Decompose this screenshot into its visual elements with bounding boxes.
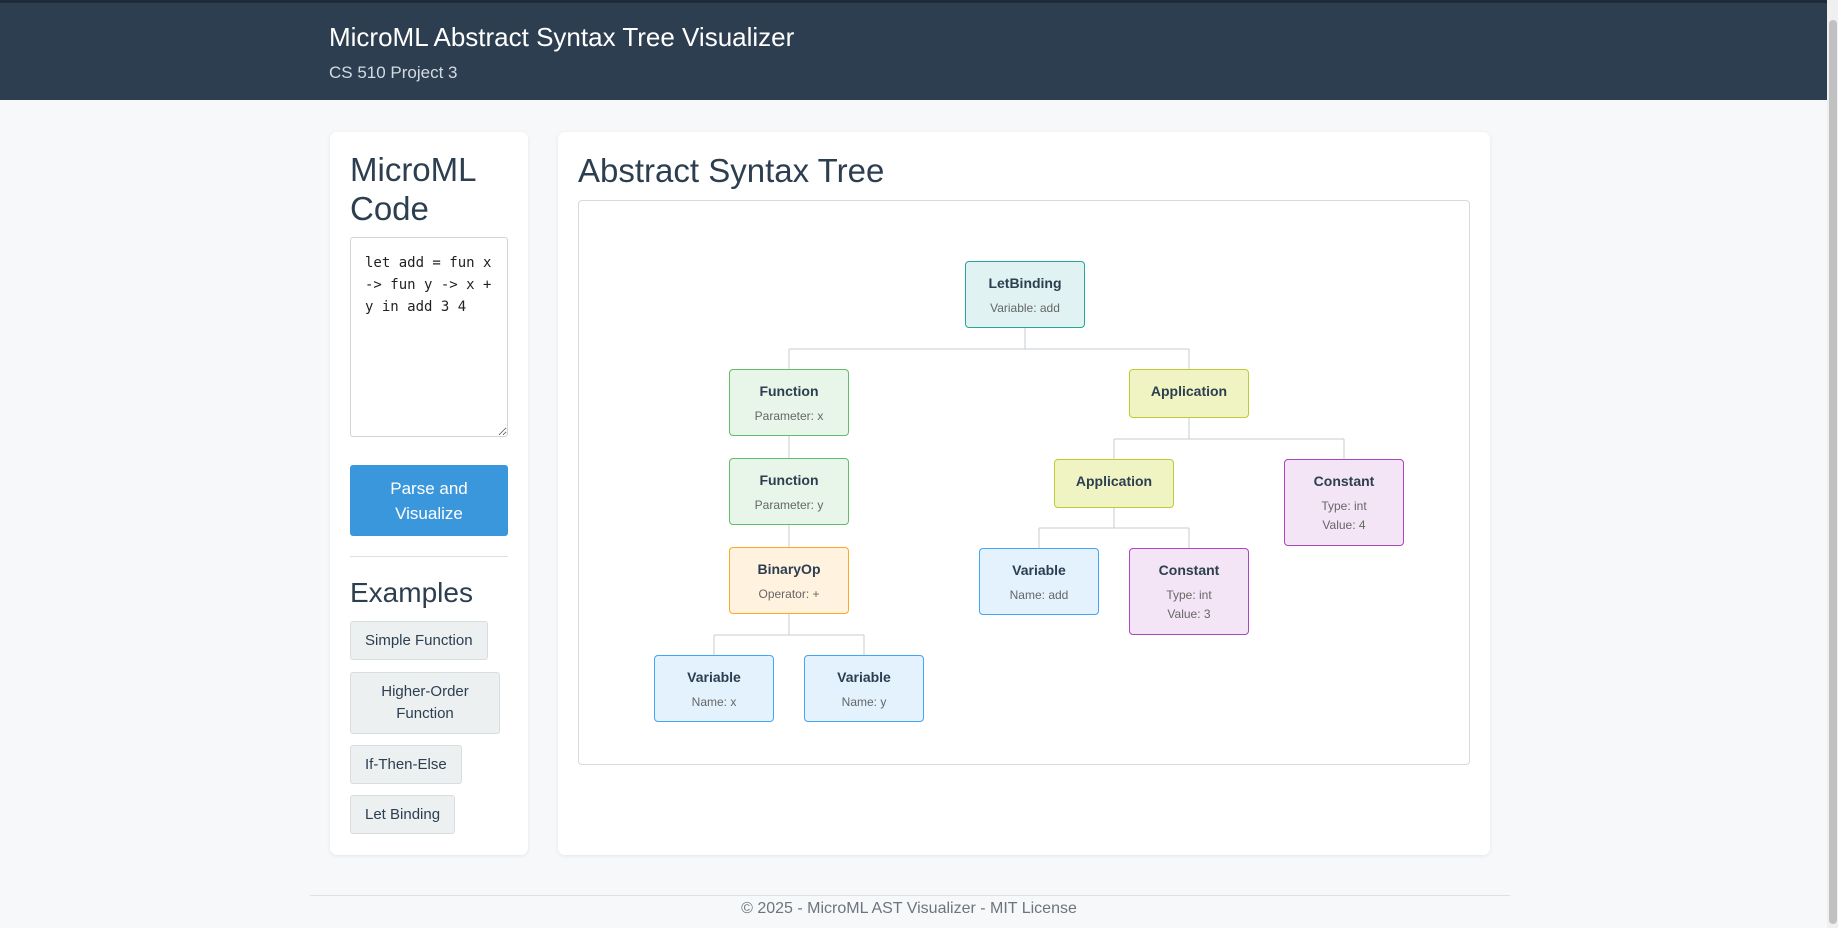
ast-node-application: Application — [1054, 459, 1174, 508]
ast-tree-container: LetBinding Variable: add Function Parameter… — [578, 200, 1470, 765]
ast-heading: Abstract Syntax Tree — [578, 152, 885, 189]
ast-node-type: Function — [759, 472, 819, 488]
ast-node-type: Constant — [1158, 562, 1220, 578]
example-let-binding-button[interactable]: Let Binding — [350, 795, 456, 834]
ast-node-detail: Parameter: x — [754, 409, 824, 423]
ast-node-type: Application — [1150, 383, 1228, 399]
ast-node-constant: Constant Type: int Value: 3 — [1129, 548, 1249, 635]
app-title: MicroML Abstract Syntax Tree Visualizer — [329, 22, 795, 52]
ast-node-detail: Name: y — [841, 695, 887, 709]
ast-node-detail: Value: 4 — [1322, 518, 1366, 532]
panel-divider — [350, 556, 508, 557]
ast-node-detail: Type: int — [1166, 588, 1212, 602]
ast-node-type: BinaryOp — [757, 561, 821, 577]
ast-node-variable: Variable Name: add — [979, 548, 1099, 615]
ast-node-type: Variable — [1012, 562, 1066, 578]
ast-panel: Abstract Syntax Tree LetBinding Variable:… — [558, 132, 1490, 855]
ast-node-detail: Operator: + — [758, 587, 820, 601]
ast-node-type: Application — [1075, 473, 1153, 489]
app-subtitle: CS 510 Project 3 — [329, 63, 458, 82]
ast-node-type: Constant — [1313, 473, 1375, 489]
code-input[interactable]: let add = fun x -> fun y -> x + y in add… — [350, 237, 508, 437]
footer-text: © 2025 - MicroML AST Visualizer - MIT Li… — [741, 900, 1077, 917]
app-header: MicroML Abstract Syntax Tree Visualizer … — [0, 0, 1827, 100]
ast-node-variable: Variable Name: y — [804, 655, 924, 722]
ast-node-type: LetBinding — [988, 275, 1062, 291]
ast-node-function: Function Parameter: x — [729, 369, 849, 436]
ast-node-detail: Parameter: y — [754, 498, 824, 512]
ast-node-variable: Variable Name: x — [654, 655, 774, 722]
code-panel: MicroML Code let add = fun x -> fun y ->… — [330, 132, 528, 855]
parse-visualize-button[interactable]: Parse and Visualize — [350, 465, 508, 536]
ast-node-detail: Variable: add — [990, 301, 1060, 315]
ast-node-function: Function Parameter: y — [729, 458, 849, 525]
ast-node-application: Application — [1129, 369, 1249, 418]
ast-node-type: Variable — [837, 669, 891, 685]
ast-node-binaryop: BinaryOp Operator: + — [729, 547, 849, 614]
ast-node-detail: Type: int — [1321, 499, 1367, 513]
page-scrollbar[interactable] — [1827, 0, 1838, 928]
examples-heading: Examples — [350, 577, 473, 608]
example-higher-order-function-button[interactable]: Higher-Order Function — [350, 672, 500, 734]
scrollbar-thumb[interactable] — [1829, 20, 1837, 924]
ast-node-type: Function — [759, 383, 819, 399]
ast-node-constant: Constant Type: int Value: 4 — [1284, 459, 1404, 546]
example-if-then-else-button[interactable]: If-Then-Else — [350, 745, 462, 784]
ast-node-type: Variable — [687, 669, 741, 685]
ast-node-detail: Name: add — [1009, 588, 1069, 602]
code-heading: MicroML Code — [350, 151, 476, 227]
ast-node-letbinding: LetBinding Variable: add — [965, 261, 1085, 328]
example-simple-function-button[interactable]: Simple Function — [350, 621, 488, 660]
ast-node-detail: Value: 3 — [1167, 607, 1211, 621]
footer-divider — [310, 895, 1510, 896]
ast-node-detail: Name: x — [691, 695, 737, 709]
